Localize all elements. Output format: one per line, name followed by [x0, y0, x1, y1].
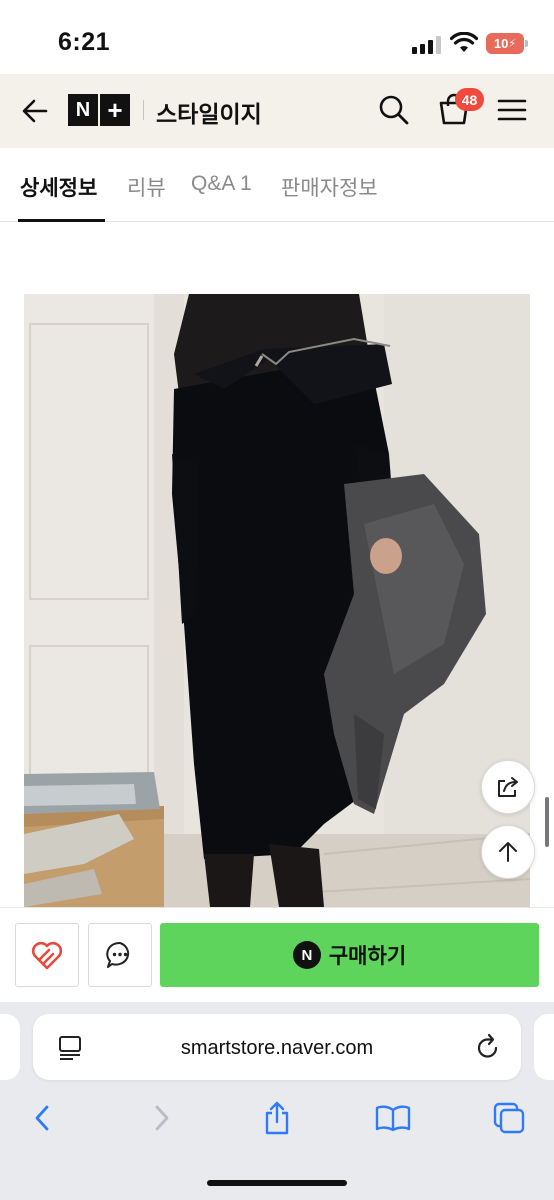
tabs-button[interactable] [489, 1098, 529, 1138]
app-screen: 6:21 10 ⚡ N + 스타일이지 48 상세정보 리뷰 Q&A 1 판매자… [0, 0, 554, 1200]
previous-tab-peek[interactable] [0, 1014, 20, 1080]
product-photo [24, 294, 530, 907]
purchase-action-bar: N 구매하기 [0, 907, 554, 1002]
product-tabs: 상세정보 리뷰 Q&A 1 판매자정보 [0, 148, 554, 222]
status-time: 6:21 [58, 28, 111, 56]
signal-icon [412, 36, 442, 54]
scroll-top-button[interactable] [481, 825, 535, 879]
safari-toolbar: smartstore.naver.com [0, 1002, 554, 1200]
tab-review[interactable]: 리뷰 [127, 172, 166, 202]
charging-bolt-icon: ⚡ [508, 38, 517, 50]
next-tab-peek[interactable] [534, 1014, 554, 1080]
store-title[interactable]: 스타일이지 [156, 95, 262, 129]
heart-icon [31, 941, 63, 970]
app-header: N + 스타일이지 [0, 74, 554, 148]
product-photo-illustration [24, 294, 530, 907]
buy-button[interactable]: N 구매하기 [160, 923, 539, 987]
talk-talk-button[interactable] [88, 923, 152, 987]
browser-forward-button[interactable] [141, 1098, 181, 1138]
back-arrow-icon[interactable] [18, 94, 52, 128]
battery-indicator: 10 ⚡ [486, 33, 528, 54]
bookmarks-icon [375, 1105, 411, 1132]
wifi-icon [450, 32, 478, 52]
naver-plus-logo-n[interactable]: N [68, 94, 98, 126]
active-tab-indicator [18, 219, 105, 222]
browser-back-button[interactable] [23, 1098, 63, 1138]
status-bar: 6:21 10 ⚡ [0, 0, 554, 74]
search-icon[interactable] [376, 92, 412, 128]
tab-detail[interactable]: 상세정보 [20, 172, 97, 202]
buy-button-label: 구매하기 [328, 945, 407, 968]
header-divider [143, 100, 144, 120]
like-button[interactable] [15, 923, 79, 987]
share-icon [265, 1101, 289, 1135]
naver-plus-logo-plus[interactable]: + [100, 94, 130, 126]
tab-seller-info[interactable]: 판매자정보 [281, 172, 378, 202]
tab-qna[interactable]: Q&A 1 [191, 172, 252, 196]
bookmarks-button[interactable] [373, 1098, 413, 1138]
arrow-up-icon [499, 842, 517, 862]
scrollbar[interactable] [545, 797, 549, 847]
reload-icon[interactable] [475, 1033, 501, 1061]
address-bar[interactable]: smartstore.naver.com [33, 1014, 521, 1080]
back-icon [35, 1105, 49, 1131]
menu-icon[interactable] [496, 96, 528, 124]
url-text[interactable]: smartstore.naver.com [33, 1037, 521, 1060]
share-icon [498, 777, 518, 797]
naver-n-badge: N [292, 941, 321, 969]
home-indicator [207, 1180, 347, 1186]
cart-count-badge: 48 [455, 88, 484, 111]
tabs-icon [493, 1102, 525, 1134]
browser-share-button[interactable] [257, 1098, 297, 1138]
share-floating-button[interactable] [481, 760, 535, 814]
chat-icon [106, 941, 130, 968]
forward-icon [155, 1105, 169, 1131]
battery-level: 10 [493, 36, 509, 51]
